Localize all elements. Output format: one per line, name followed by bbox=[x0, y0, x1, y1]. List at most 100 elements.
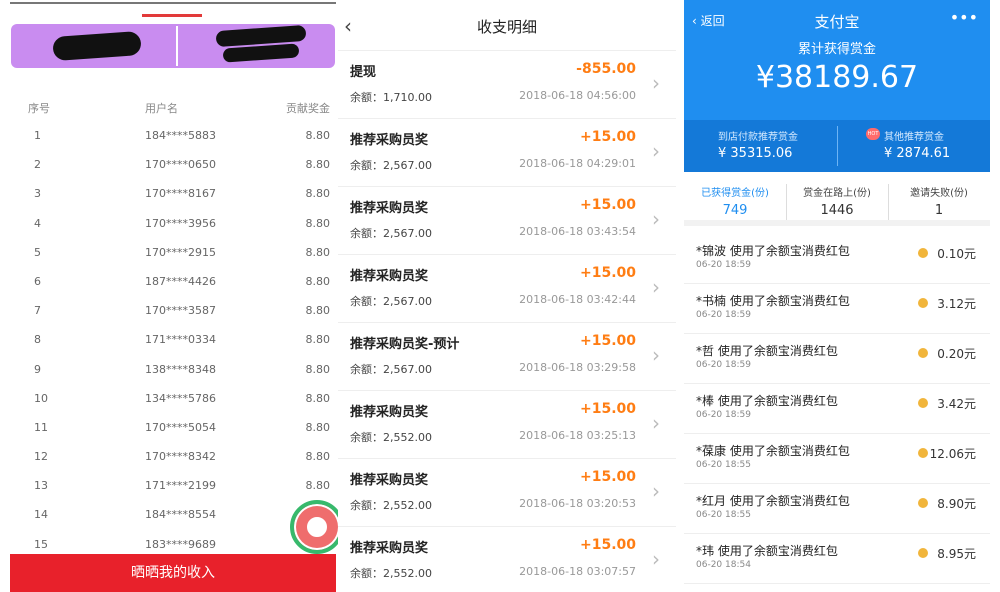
row-bonus: 8.80 bbox=[305, 274, 331, 288]
transaction-panel: ‹ 收支明细 提现 -855.00 余额：1,710.00 2018-06-18 04… bbox=[338, 0, 676, 592]
redpacket-list: *锦波 使用了余额宝消费红包 06-20 18:59 0.10元 *书楠 使用了余额宝… bbox=[684, 234, 990, 584]
list-item[interactable]: *书楠 使用了余额宝消费红包 06-20 18:59 3.12元 bbox=[684, 284, 990, 334]
item-amount: 0.10元 bbox=[937, 247, 976, 261]
row-index: 5 bbox=[34, 245, 41, 259]
item-date: 06-20 18:59 bbox=[696, 310, 751, 320]
row-username: 170****8342 bbox=[145, 450, 216, 464]
transaction-balance: 余额：2,552.00 bbox=[350, 499, 432, 512]
list-item[interactable]: *玮 使用了余额宝消费红包 06-20 18:54 8.95元 bbox=[684, 534, 990, 584]
list-item[interactable]: *哲 使用了余额宝消费红包 06-20 18:59 0.20元 bbox=[684, 334, 990, 384]
chevron-right-icon: › bbox=[652, 275, 660, 299]
transaction-amount: +15.00 bbox=[579, 333, 636, 349]
transaction-balance: 余额：2,567.00 bbox=[350, 363, 432, 376]
stat-value: 1446 bbox=[820, 203, 854, 218]
row-username: 134****5786 bbox=[145, 391, 216, 405]
table-row: 13 171****2199 8.80 bbox=[8, 479, 338, 508]
more-icon[interactable]: ••• bbox=[950, 8, 978, 27]
row-index: 4 bbox=[34, 216, 41, 230]
row-username: 138****8348 bbox=[145, 362, 216, 376]
table-row: 9 138****8348 8.80 bbox=[8, 363, 338, 392]
contribution-panel: 序号 用户名 贡献奖金 1 184****5883 8.80 2 170****0650… bbox=[8, 0, 338, 592]
list-item[interactable]: *锦波 使用了余额宝消费红包 06-20 18:59 0.10元 bbox=[684, 234, 990, 284]
row-bonus: 8.80 bbox=[305, 479, 331, 493]
transaction-balance: 余额：2,552.00 bbox=[350, 567, 432, 580]
transaction-name: 推荐采购员奖 bbox=[350, 133, 429, 148]
stat-value: 749 bbox=[722, 203, 748, 218]
transaction-item[interactable]: 推荐采购员奖 +15.00 余额：2,567.00 2018-06-18 04:29:… bbox=[338, 118, 676, 186]
list-item[interactable]: *葆康 使用了余额宝消费红包 06-20 18:55 12.06元 bbox=[684, 434, 990, 484]
row-username: 187****4426 bbox=[145, 274, 216, 288]
row-username: 171****2199 bbox=[145, 479, 216, 493]
item-amount: 3.12元 bbox=[937, 297, 976, 311]
header: ‹ 收支明细 bbox=[338, 0, 676, 50]
table-row: 10 134****5786 8.80 bbox=[8, 392, 338, 421]
transaction-item[interactable]: 推荐采购员奖 +15.00 余额：2,552.00 2018-06-18 03:20:… bbox=[338, 458, 676, 526]
transaction-time: 2018-06-18 03:07:57 bbox=[519, 565, 636, 578]
contribution-table: 1 184****5883 8.80 2 170****0650 8.80 3 170****… bbox=[8, 129, 338, 567]
chevron-right-icon: › bbox=[652, 343, 660, 367]
row-index: 1 bbox=[34, 129, 41, 142]
show-income-button[interactable]: 晒晒我的收入 bbox=[10, 554, 336, 592]
stat-label: 已获得赏金(份) bbox=[701, 188, 769, 199]
transaction-balance: 余额：2,567.00 bbox=[350, 227, 432, 240]
table-row: 8 171****0334 8.80 bbox=[8, 333, 338, 362]
active-tab-indicator bbox=[142, 14, 202, 17]
row-bonus: 8.80 bbox=[305, 158, 331, 172]
transaction-item[interactable]: 推荐采购员奖 +15.00 余额：2,552.00 2018-06-18 03:25:… bbox=[338, 390, 676, 458]
banner-divider bbox=[176, 26, 178, 66]
china-unicom-fab[interactable] bbox=[290, 500, 338, 554]
table-row: 7 170****3587 8.80 bbox=[8, 304, 338, 333]
transaction-item[interactable]: 推荐采购员奖 +15.00 余额：2,567.00 2018-06-18 03:43:… bbox=[338, 186, 676, 254]
transaction-item[interactable]: 推荐采购员奖 +15.00 余额：2,552.00 2018-06-18 03:07:… bbox=[338, 526, 676, 592]
transaction-item[interactable]: 推荐采购员奖 +15.00 余额：2,567.00 2018-06-18 03:42:… bbox=[338, 254, 676, 322]
transaction-time: 2018-06-18 03:29:58 bbox=[519, 361, 636, 374]
item-text: *书楠 使用了余额宝消费红包 bbox=[696, 294, 850, 308]
row-index: 10 bbox=[34, 391, 48, 405]
stat-label: 邀请失败(份) bbox=[910, 188, 968, 199]
header-index: 序号 bbox=[28, 102, 50, 115]
transaction-amount: +15.00 bbox=[579, 537, 636, 553]
store-bonus-label: 到店付款推荐赏金 bbox=[718, 132, 798, 143]
row-bonus: 8.80 bbox=[305, 187, 331, 201]
transaction-balance: 余额：2,567.00 bbox=[350, 159, 432, 172]
total-label: 累计获得赏金 bbox=[797, 42, 876, 57]
list-item[interactable]: *棒 使用了余额宝消费红包 06-20 18:59 3.42元 bbox=[684, 384, 990, 434]
row-username: 171****0334 bbox=[145, 333, 216, 347]
header-username: 用户名 bbox=[145, 102, 178, 115]
row-bonus: 8.80 bbox=[305, 333, 331, 347]
item-text: *葆康 使用了余额宝消费红包 bbox=[696, 444, 850, 458]
stat-earned[interactable]: 已获得赏金(份) 749 bbox=[684, 184, 786, 218]
item-date: 06-20 18:59 bbox=[696, 260, 751, 270]
stats-row: 已获得赏金(份) 749 赏金在路上(份) 1446 邀请失败(份) 1 bbox=[684, 176, 990, 226]
list-item[interactable]: *红月 使用了余额宝消费红包 06-20 18:55 8.90元 bbox=[684, 484, 990, 534]
item-date: 06-20 18:55 bbox=[696, 510, 751, 520]
stat-label: 赏金在路上(份) bbox=[803, 188, 871, 199]
redaction-scribble bbox=[222, 43, 300, 63]
chevron-right-icon: › bbox=[652, 479, 660, 503]
transaction-time: 2018-06-18 03:43:54 bbox=[519, 225, 636, 238]
item-date: 06-20 18:54 bbox=[696, 560, 751, 570]
row-bonus: 8.80 bbox=[305, 420, 331, 434]
other-bonus-label: 其他推荐赏金 bbox=[884, 132, 944, 143]
item-date: 06-20 18:55 bbox=[696, 460, 751, 470]
hot-badge: HOT bbox=[866, 128, 880, 140]
transaction-name: 推荐采购员奖 bbox=[350, 269, 429, 284]
row-username: 170****2915 bbox=[145, 245, 216, 259]
table-row: 5 170****2915 8.80 bbox=[8, 246, 338, 275]
item-text: *锦波 使用了余额宝消费红包 bbox=[696, 244, 850, 258]
transaction-name: 推荐采购员奖-预计 bbox=[350, 337, 460, 352]
stat-failed[interactable]: 邀请失败(份) 1 bbox=[888, 184, 990, 218]
row-index: 14 bbox=[34, 508, 48, 522]
row-index: 7 bbox=[34, 304, 41, 318]
top-divider bbox=[10, 2, 336, 4]
row-username: 170****8167 bbox=[145, 187, 216, 201]
item-amount: 0.20元 bbox=[937, 347, 976, 361]
total-amount: ¥38189.67 bbox=[755, 60, 919, 95]
transaction-item[interactable]: 提现 -855.00 余额：1,710.00 2018-06-18 04:56:00 › bbox=[338, 50, 676, 118]
transaction-amount: -855.00 bbox=[576, 61, 636, 77]
stat-pending[interactable]: 赏金在路上(份) 1446 bbox=[786, 184, 888, 218]
coin-icon bbox=[918, 348, 928, 358]
transaction-item[interactable]: 推荐采购员奖-预计 +15.00 余额：2,567.00 2018-06-18 03:… bbox=[338, 322, 676, 390]
chevron-right-icon: › bbox=[652, 71, 660, 95]
row-index: 9 bbox=[34, 362, 41, 376]
